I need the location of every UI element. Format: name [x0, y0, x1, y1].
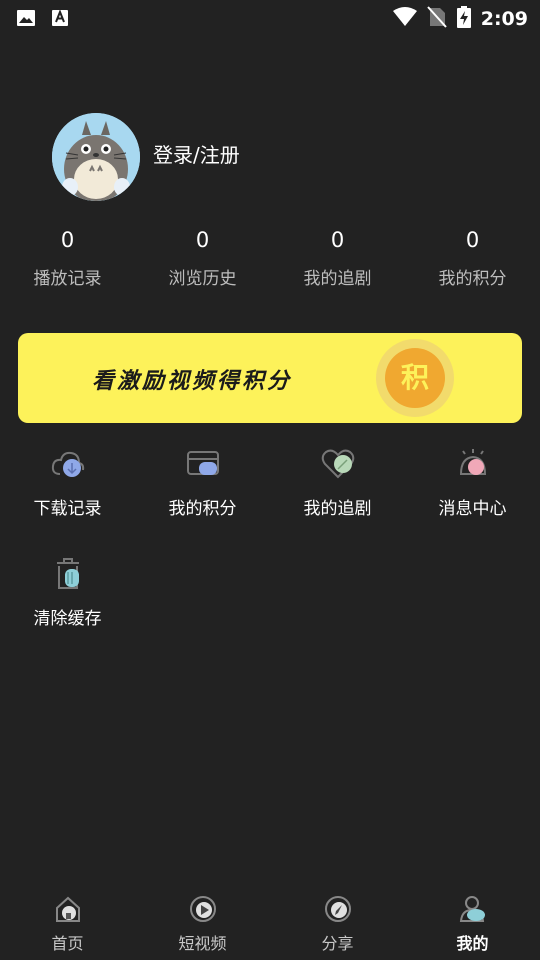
wallet-icon [186, 451, 219, 475]
menu-clear-cache[interactable]: 清除缓存 [0, 556, 135, 629]
nav-mine[interactable]: 我的 [405, 894, 540, 954]
menu-message-center[interactable]: 消息中心 [405, 446, 540, 519]
banner-text: 看激励视频得积分 [92, 369, 293, 394]
menu-label: 消息中心 [438, 499, 507, 519]
stat-label: 我的积分 [438, 269, 507, 289]
menu-label: 我的追剧 [303, 499, 372, 519]
stat-value: 0 [195, 228, 210, 252]
coin-label: 积 [385, 348, 445, 408]
nav-label: 分享 [321, 934, 354, 953]
wifi-icon [392, 7, 417, 31]
avatar[interactable] [52, 113, 140, 201]
stat-value: 0 [465, 228, 480, 252]
menu-download-history[interactable]: 下载记录 [0, 446, 135, 519]
nav-label: 首页 [51, 934, 84, 953]
user-icon [459, 896, 485, 922]
no-sim-icon [426, 6, 447, 32]
menu-my-follows[interactable]: 我的追剧 [270, 446, 405, 519]
trash-icon [56, 558, 79, 589]
stat-value: 0 [330, 228, 345, 252]
play-circle-icon [189, 896, 216, 922]
login-register-link[interactable]: 登录/注册 [153, 139, 240, 168]
stat-browse-history[interactable]: 0 浏览历史 [135, 226, 270, 289]
clock: 2:09 [480, 8, 528, 30]
home-icon [55, 896, 80, 922]
stat-value: 0 [60, 228, 75, 252]
menu-my-points[interactable]: 我的积分 [135, 446, 270, 519]
font-icon [50, 8, 70, 32]
battery-charging-icon [456, 6, 471, 32]
points-coin-icon: 积 [376, 339, 454, 417]
compass-icon [324, 896, 351, 922]
menu-label: 下载记录 [33, 499, 102, 519]
menu-label: 清除缓存 [33, 609, 102, 629]
stat-play-history[interactable]: 0 播放记录 [0, 226, 135, 289]
nav-label: 我的 [456, 934, 489, 953]
nav-short-video[interactable]: 短视频 [135, 894, 270, 954]
stat-label: 播放记录 [33, 269, 102, 289]
nav-share[interactable]: 分享 [270, 894, 405, 954]
stats-row: 0 播放记录 0 浏览历史 0 我的追剧 0 我的积分 [0, 226, 540, 296]
cloud-download-icon [51, 451, 84, 477]
nav-label: 短视频 [178, 934, 227, 953]
bell-icon [459, 449, 486, 475]
totoro-avatar-image [52, 113, 140, 201]
bottom-nav: 首页 短视频 分享 我的 [0, 890, 540, 960]
nav-home[interactable]: 首页 [0, 894, 135, 954]
stat-my-points[interactable]: 0 我的积分 [405, 226, 540, 289]
stat-label: 浏览历史 [168, 269, 237, 289]
stat-label: 我的追剧 [303, 269, 372, 289]
image-icon [16, 8, 36, 32]
status-bar: 2:09 [0, 0, 540, 36]
menu-label: 我的积分 [168, 499, 237, 519]
stat-my-follows[interactable]: 0 我的追剧 [270, 226, 405, 289]
reward-video-banner[interactable]: 看激励视频得积分 积 [18, 333, 522, 423]
heart-icon [321, 449, 354, 479]
